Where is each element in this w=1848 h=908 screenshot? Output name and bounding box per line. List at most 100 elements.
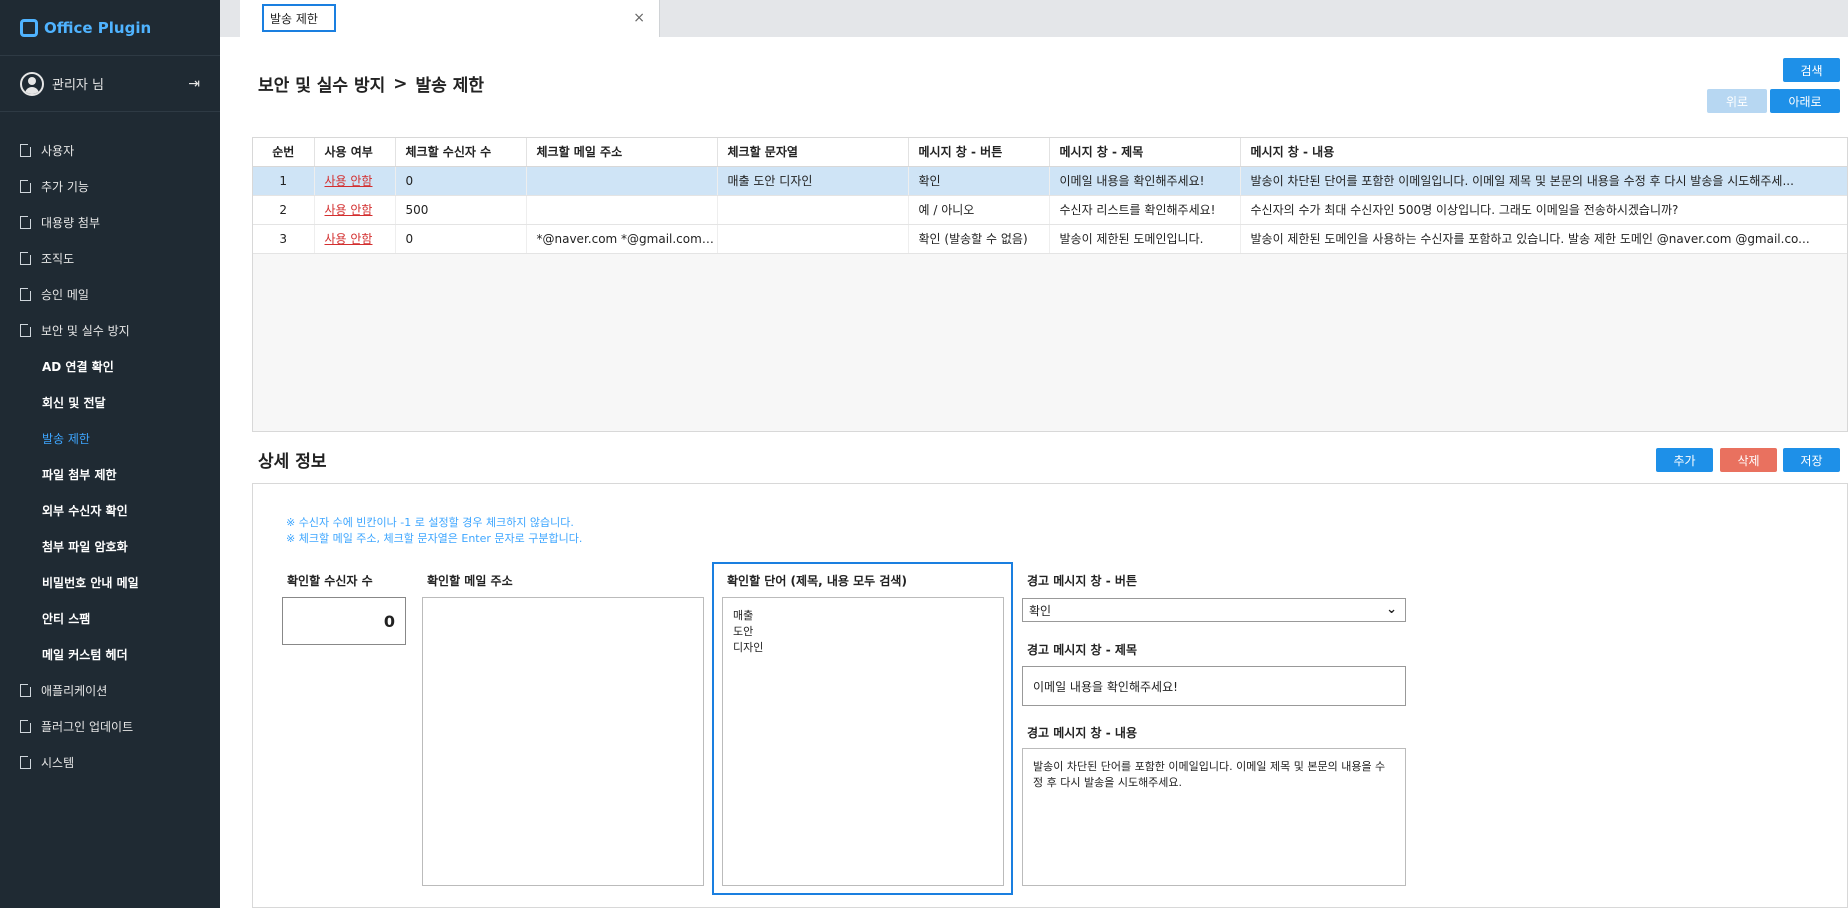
breadcrumb-current: 발송 제한 xyxy=(415,76,484,96)
warning-button-value: 확인 xyxy=(1029,603,1052,618)
sidebar-item-large-attachment[interactable]: 대용량 첨부 xyxy=(0,204,220,240)
warning-content-textarea[interactable]: 발송이 차단된 단어를 포함한 이메일입니다. 이메일 제목 및 본문의 내용을… xyxy=(1022,748,1406,886)
col-header[interactable]: 메시지 창 - 버튼 xyxy=(908,138,1050,167)
table-cell: 500 xyxy=(395,195,527,225)
delete-button[interactable]: 삭제 xyxy=(1720,448,1777,472)
sidebar-item-label: 애플리케이션 xyxy=(41,683,108,698)
move-down-button[interactable]: 아래로 xyxy=(1770,89,1840,113)
words-textarea[interactable]: 매출 도안 디자인 xyxy=(722,597,1004,886)
document-icon xyxy=(20,754,32,769)
table-cell: 수신자 리스트를 확인해주세요! xyxy=(1049,195,1241,225)
table-cell: 3 xyxy=(253,224,315,254)
table-cell: 예 / 아니오 xyxy=(908,195,1050,225)
table-row[interactable]: 2 사용 안함 500 예 / 아니오 수신자 리스트를 확인해주세요! 수신자… xyxy=(253,195,1847,225)
table-cell: 확인 xyxy=(908,166,1050,196)
user-row: 관리자 님 ⇥ xyxy=(0,56,220,112)
warning-content-label: 경고 메시지 창 - 내용 xyxy=(1027,726,1138,740)
document-icon xyxy=(20,178,32,193)
table-cell: 0 xyxy=(395,166,527,196)
sidebar-subitem-custom-header[interactable]: 메일 커스텀 헤더 xyxy=(0,636,220,672)
tab-label[interactable]: 발송 제한 xyxy=(262,4,336,32)
sidebar-item-label: 조직도 xyxy=(41,251,75,266)
table-cell: 2 xyxy=(253,195,315,225)
table-cell: 발송이 제한된 도메인입니다. xyxy=(1049,224,1241,254)
logout-icon[interactable]: ⇥ xyxy=(188,76,200,92)
table-cell: 0 xyxy=(395,224,527,254)
sidebar-subitem-send-restriction[interactable]: 발송 제한 xyxy=(0,420,220,456)
document-icon xyxy=(20,250,32,265)
breadcrumb-parent: 보안 및 실수 방지 xyxy=(258,76,386,96)
sidebar-item-users[interactable]: 사용자 xyxy=(0,132,220,168)
warning-button-select[interactable]: 확인 ⌄ xyxy=(1022,598,1406,622)
table-cell: *@naver.com *@gmail.com *... xyxy=(526,224,718,254)
sidebar-subitem-password-mail[interactable]: 비밀번호 안내 메일 xyxy=(0,564,220,600)
col-header[interactable]: 체크할 문자열 xyxy=(717,138,909,167)
chevron-down-icon: ⌄ xyxy=(1386,602,1397,617)
warning-button-label: 경고 메시지 창 - 버튼 xyxy=(1027,574,1138,588)
col-header[interactable]: 사용 여부 xyxy=(314,138,396,167)
sidebar-subitem-external-recipient[interactable]: 외부 수신자 확인 xyxy=(0,492,220,528)
table-cell: 사용 안함 xyxy=(314,224,396,254)
col-header[interactable]: 메시지 창 - 내용 xyxy=(1240,138,1847,167)
sidebar-nav: 사용자 추가 기능 대용량 첨부 조직도 승인 메일 보안 및 실수 방지 AD… xyxy=(0,112,220,780)
table-cell: 이메일 내용을 확인해주세요! xyxy=(1049,166,1241,196)
col-header[interactable]: 순번 xyxy=(253,138,315,167)
warning-title-input[interactable]: 이메일 내용을 확인해주세요! xyxy=(1022,666,1406,706)
search-button[interactable]: 검색 xyxy=(1783,58,1840,82)
use-toggle-link[interactable]: 사용 안함 xyxy=(325,174,373,188)
sidebar-item-label: 승인 메일 xyxy=(41,287,89,302)
recipients-count-input[interactable]: 0 xyxy=(282,597,406,645)
emails-label: 확인할 메일 주소 xyxy=(427,574,513,588)
table-row[interactable]: 1 사용 안함 0 매출 도안 디자인 확인 이메일 내용을 확인해주세요! 발… xyxy=(253,166,1847,196)
sidebar-item-label: 대용량 첨부 xyxy=(41,215,101,230)
recipients-label: 확인할 수신자 수 xyxy=(287,574,373,588)
sidebar-item-label: 보안 및 실수 방지 xyxy=(41,323,130,338)
sidebar-item-security[interactable]: 보안 및 실수 방지 xyxy=(0,312,220,348)
office-plugin-logo-icon xyxy=(20,18,38,37)
warning-title-label: 경고 메시지 창 - 제목 xyxy=(1027,643,1138,657)
sidebar-subitem-ad-check[interactable]: AD 연결 확인 xyxy=(0,348,220,384)
col-header[interactable]: 체크할 수신자 수 xyxy=(395,138,527,167)
emails-textarea[interactable] xyxy=(422,597,704,886)
move-up-button[interactable]: 위로 xyxy=(1707,89,1767,113)
col-header[interactable]: 체크할 메일 주소 xyxy=(526,138,718,167)
sidebar-item-label: 추가 기능 xyxy=(41,179,89,194)
use-toggle-link[interactable]: 사용 안함 xyxy=(325,232,373,246)
table-cell: 수신자의 수가 최대 수신자인 500명 이상입니다. 그래도 이메일을 전송하… xyxy=(1240,195,1847,225)
sidebar-subitem-anti-spam[interactable]: 안티 스팸 xyxy=(0,600,220,636)
save-button[interactable]: 저장 xyxy=(1783,448,1840,472)
document-icon xyxy=(20,142,32,157)
sidebar-subitem-reply-forward[interactable]: 회신 및 전달 xyxy=(0,384,220,420)
tab-send-restriction[interactable]: 발송 제한 × xyxy=(240,0,660,37)
words-label: 확인할 단어 (제목, 내용 모두 검색) xyxy=(727,574,907,588)
breadcrumb: 보안 및 실수 방지 > 발송 제한 xyxy=(258,71,484,97)
col-header[interactable]: 메시지 창 - 제목 xyxy=(1049,138,1241,167)
sidebar-item-approval-mail[interactable]: 승인 메일 xyxy=(0,276,220,312)
table-cell xyxy=(526,195,718,225)
sidebar-subitem-attachment-restriction[interactable]: 파일 첨부 제한 xyxy=(0,456,220,492)
table-cell: 사용 안함 xyxy=(314,195,396,225)
table-row[interactable]: 3 사용 안함 0 *@naver.com *@gmail.com *... 확… xyxy=(253,224,1847,254)
close-icon[interactable]: × xyxy=(633,10,645,26)
table-cell xyxy=(717,224,909,254)
brand[interactable]: Office Plugin xyxy=(0,0,220,56)
table-cell xyxy=(526,166,718,196)
sidebar-item-applications[interactable]: 애플리케이션 xyxy=(0,672,220,708)
table-cell: 확인 (발송할 수 없음) xyxy=(908,224,1050,254)
sidebar-item-system[interactable]: 시스템 xyxy=(0,744,220,780)
sidebar: Office Plugin 관리자 님 ⇥ 사용자 추가 기능 대용량 첨부 조… xyxy=(0,0,220,908)
note-separator: ※ 체크할 메일 주소, 체크할 문자열은 Enter 문자로 구분합니다. xyxy=(286,532,583,545)
sidebar-item-plugin-update[interactable]: 플러그인 업데이트 xyxy=(0,708,220,744)
sidebar-item-addons[interactable]: 추가 기능 xyxy=(0,168,220,204)
breadcrumb-separator: > xyxy=(393,73,408,94)
sidebar-item-org-chart[interactable]: 조직도 xyxy=(0,240,220,276)
sidebar-subitem-attachment-encryption[interactable]: 첨부 파일 암호화 xyxy=(0,528,220,564)
document-icon xyxy=(20,214,32,229)
document-icon xyxy=(20,322,32,337)
table-cell: 발송이 제한된 도메인을 사용하는 수신자를 포함하고 있습니다. 발송 제한 … xyxy=(1240,224,1847,254)
use-toggle-link[interactable]: 사용 안함 xyxy=(325,203,373,217)
document-icon xyxy=(20,682,32,697)
rules-table: 순번 사용 여부 체크할 수신자 수 체크할 메일 주소 체크할 문자열 메시지… xyxy=(253,138,1847,254)
brand-name: Office Plugin xyxy=(44,18,152,37)
add-button[interactable]: 추가 xyxy=(1656,448,1713,472)
